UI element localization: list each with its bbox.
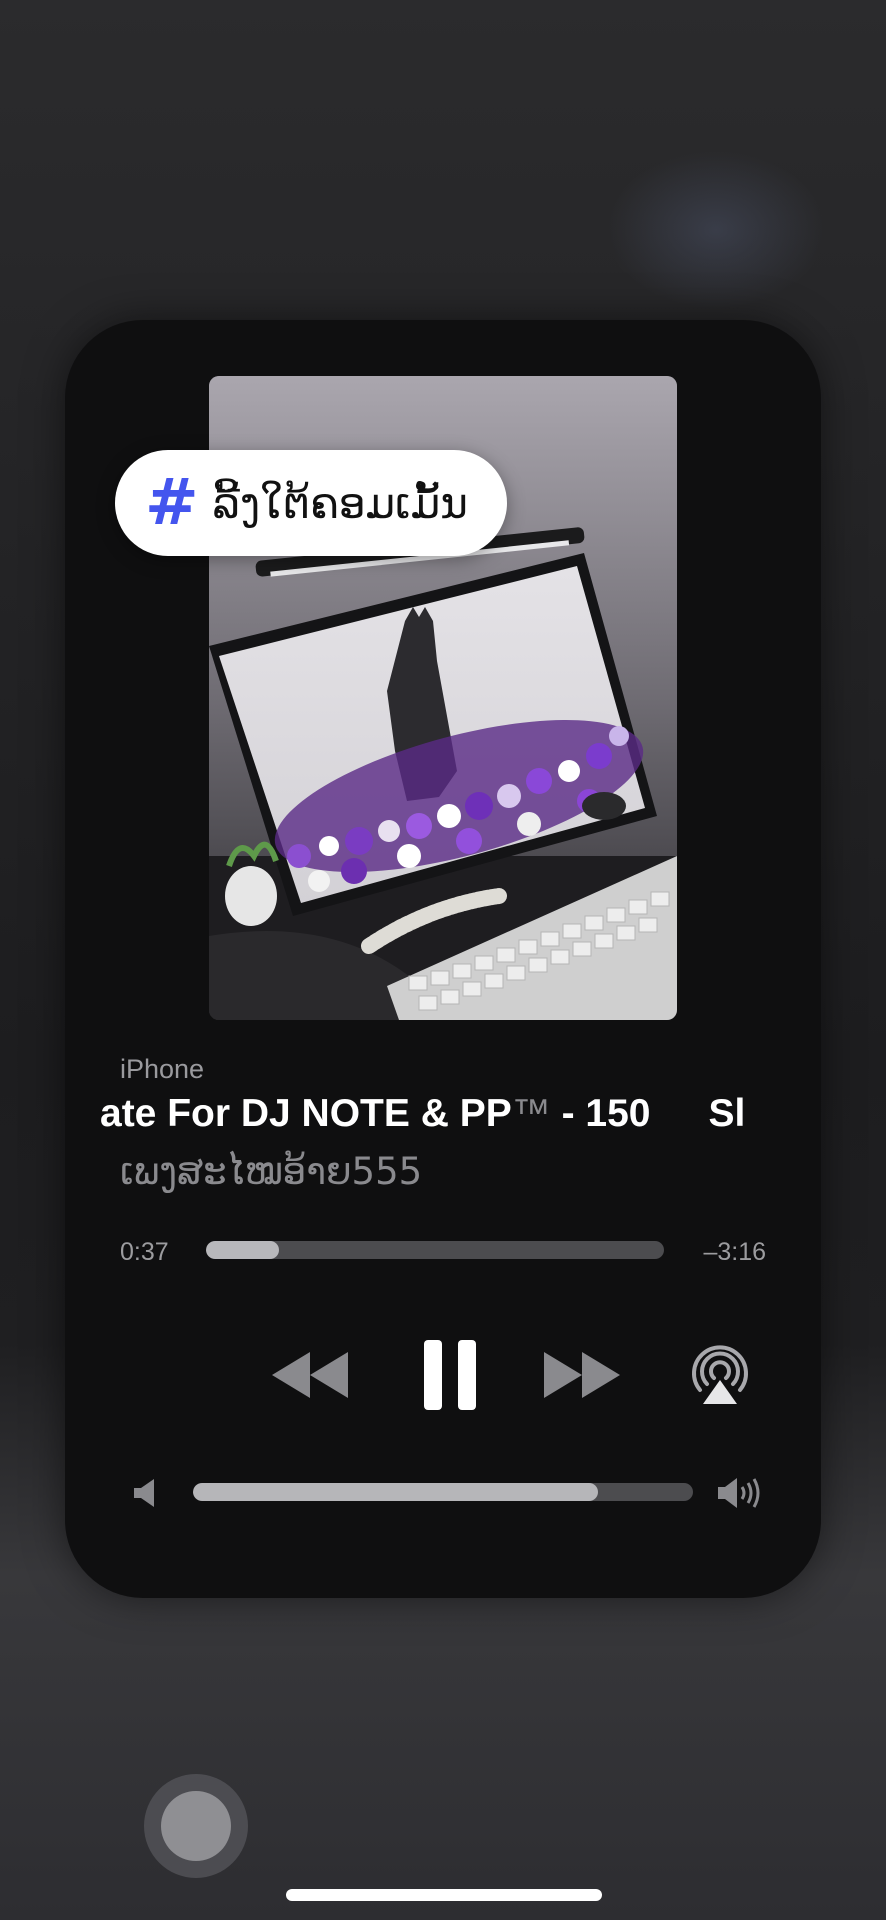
rewind-button[interactable]: [265, 1340, 355, 1410]
fast-forward-icon: [544, 1352, 620, 1398]
hashtag-text: ລີ້ງໃຕ້ຄອມເມັ້ນ: [212, 478, 468, 528]
background-glow: [606, 150, 826, 310]
track-title-trademark: ™: [511, 1092, 551, 1135]
pause-icon: [424, 1340, 476, 1410]
hashtag-icon: #: [145, 466, 199, 540]
volume-slider[interactable]: [193, 1483, 693, 1501]
track-title-marquee: ate For DJ NOTE & PP™ - 150 Sl: [100, 1092, 800, 1142]
volume-slider-fill: [193, 1483, 598, 1501]
airplay-icon: [692, 1345, 748, 1404]
elapsed-time: 0:37: [120, 1238, 169, 1266]
assistive-touch-dot: [161, 1791, 231, 1861]
now-playing-card: # ລີ້ງໃຕ້ຄອມເມັ້ນ iPhone ate For DJ NOTE…: [65, 320, 821, 1598]
track-title-next: Sl: [708, 1092, 746, 1135]
track-title-tail: - 150: [550, 1092, 651, 1135]
playback-progress-fill: [206, 1241, 280, 1259]
rewind-icon: [272, 1352, 348, 1398]
hashtag-sticker[interactable]: # ລີ້ງໃຕ້ຄອມເມັ້ນ: [115, 450, 507, 556]
playback-source: iPhone: [120, 1054, 205, 1084]
fast-forward-button[interactable]: [537, 1340, 627, 1410]
track-title: ate For DJ NOTE & PP™ - 150 Sl: [100, 1092, 745, 1136]
track-artist: ເພງສະໄໝອ້າຍ555: [120, 1150, 423, 1193]
volume-high-icon: [715, 1472, 765, 1514]
playback-progress-bar[interactable]: [206, 1241, 664, 1259]
home-indicator[interactable]: [286, 1889, 602, 1901]
pause-button[interactable]: [410, 1330, 490, 1420]
airplay-button[interactable]: [675, 1330, 765, 1420]
track-title-main: ate For DJ NOTE & PP: [100, 1092, 512, 1135]
volume-low-icon: [127, 1475, 163, 1511]
remaining-time: –3:16: [703, 1238, 766, 1266]
assistive-touch-button[interactable]: [144, 1774, 248, 1878]
